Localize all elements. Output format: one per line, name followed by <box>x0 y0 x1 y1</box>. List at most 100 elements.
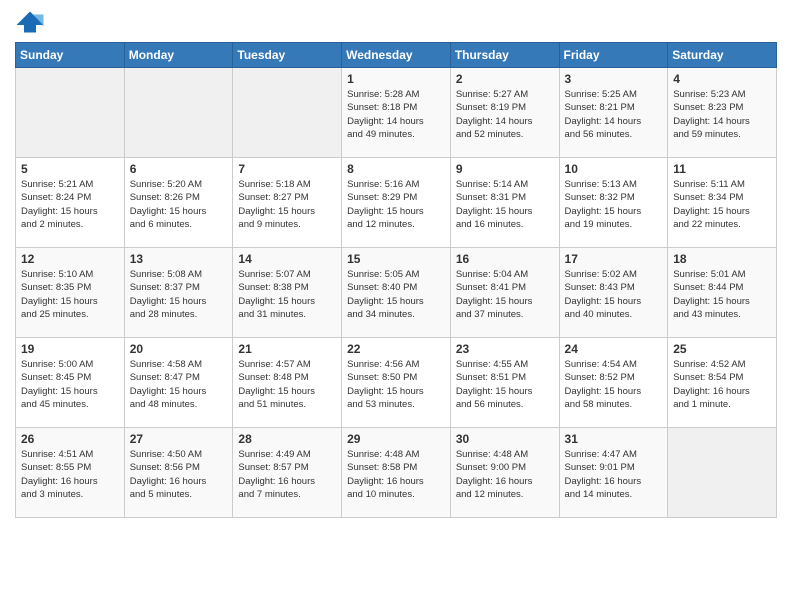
day-info: Sunrise: 4:57 AM Sunset: 8:48 PM Dayligh… <box>238 358 336 411</box>
day-info: Sunrise: 4:54 AM Sunset: 8:52 PM Dayligh… <box>565 358 663 411</box>
calendar-cell: 5 Sunrise: 5:21 AM Sunset: 8:24 PM Daylig… <box>16 158 125 248</box>
day-info: Sunrise: 5:05 AM Sunset: 8:40 PM Dayligh… <box>347 268 445 321</box>
calendar-week-2: 5 Sunrise: 5:21 AM Sunset: 8:24 PM Daylig… <box>16 158 777 248</box>
day-info: Sunrise: 5:02 AM Sunset: 8:43 PM Dayligh… <box>565 268 663 321</box>
day-info: Sunrise: 5:23 AM Sunset: 8:23 PM Dayligh… <box>673 88 771 141</box>
day-header-tuesday: Tuesday <box>233 43 342 68</box>
calendar-cell: 2 Sunrise: 5:27 AM Sunset: 8:19 PM Daylig… <box>450 68 559 158</box>
day-header-saturday: Saturday <box>668 43 777 68</box>
calendar-cell: 10Sunrise: 5:13 AM Sunset: 8:32 PM Dayli… <box>559 158 668 248</box>
day-info: Sunrise: 5:27 AM Sunset: 8:19 PM Dayligh… <box>456 88 554 141</box>
calendar-cell: 21 Sunrise: 4:57 AM Sunset: 8:48 PM Dayli… <box>233 338 342 428</box>
calendar-week-4: 19 Sunrise: 5:00 AM Sunset: 8:45 PM Dayli… <box>16 338 777 428</box>
day-number: 8 <box>347 162 445 176</box>
day-number: 19 <box>21 342 119 356</box>
day-number: 1 <box>347 72 445 86</box>
day-number: 12 <box>21 252 119 266</box>
day-header-monday: Monday <box>124 43 233 68</box>
calendar-cell: 1 Sunrise: 5:28 AM Sunset: 8:18 PM Daylig… <box>342 68 451 158</box>
day-number: 30 <box>456 432 554 446</box>
day-number: 15 <box>347 252 445 266</box>
calendar-cell: 22Sunrise: 4:56 AM Sunset: 8:50 PM Dayli… <box>342 338 451 428</box>
day-header-wednesday: Wednesday <box>342 43 451 68</box>
day-number: 6 <box>130 162 228 176</box>
calendar-cell: 27 Sunrise: 4:50 AM Sunset: 8:56 PM Dayli… <box>124 428 233 518</box>
calendar-cell: 4 Sunrise: 5:23 AM Sunset: 8:23 PM Daylig… <box>668 68 777 158</box>
calendar-week-1: 1 Sunrise: 5:28 AM Sunset: 8:18 PM Daylig… <box>16 68 777 158</box>
day-number: 2 <box>456 72 554 86</box>
calendar-cell <box>233 68 342 158</box>
calendar-cell: 3Sunrise: 5:25 AM Sunset: 8:21 PM Daylig… <box>559 68 668 158</box>
calendar-cell: 29Sunrise: 4:48 AM Sunset: 8:58 PM Dayli… <box>342 428 451 518</box>
day-number: 16 <box>456 252 554 266</box>
calendar-cell <box>16 68 125 158</box>
calendar-cell: 12 Sunrise: 5:10 AM Sunset: 8:35 PM Dayli… <box>16 248 125 338</box>
day-info: Sunrise: 4:49 AM Sunset: 8:57 PM Dayligh… <box>238 448 336 501</box>
day-number: 22 <box>347 342 445 356</box>
day-header-friday: Friday <box>559 43 668 68</box>
day-info: Sunrise: 5:18 AM Sunset: 8:27 PM Dayligh… <box>238 178 336 231</box>
day-header-thursday: Thursday <box>450 43 559 68</box>
day-info: Sunrise: 5:20 AM Sunset: 8:26 PM Dayligh… <box>130 178 228 231</box>
day-info: Sunrise: 4:47 AM Sunset: 9:01 PM Dayligh… <box>565 448 663 501</box>
calendar-cell: 30 Sunrise: 4:48 AM Sunset: 9:00 PM Dayli… <box>450 428 559 518</box>
calendar-cell: 18 Sunrise: 5:01 AM Sunset: 8:44 PM Dayli… <box>668 248 777 338</box>
day-number: 5 <box>21 162 119 176</box>
calendar-cell: 8 Sunrise: 5:16 AM Sunset: 8:29 PM Daylig… <box>342 158 451 248</box>
day-info: Sunrise: 5:01 AM Sunset: 8:44 PM Dayligh… <box>673 268 771 321</box>
day-info: Sunrise: 4:48 AM Sunset: 9:00 PM Dayligh… <box>456 448 554 501</box>
calendar-cell: 13 Sunrise: 5:08 AM Sunset: 8:37 PM Dayli… <box>124 248 233 338</box>
calendar-cell: 6 Sunrise: 5:20 AM Sunset: 8:26 PM Daylig… <box>124 158 233 248</box>
day-info: Sunrise: 5:00 AM Sunset: 8:45 PM Dayligh… <box>21 358 119 411</box>
day-number: 3 <box>565 72 663 86</box>
calendar-week-3: 12 Sunrise: 5:10 AM Sunset: 8:35 PM Dayli… <box>16 248 777 338</box>
calendar-cell: 9Sunrise: 5:14 AM Sunset: 8:31 PM Daylig… <box>450 158 559 248</box>
calendar-cell: 23 Sunrise: 4:55 AM Sunset: 8:51 PM Dayli… <box>450 338 559 428</box>
day-info: Sunrise: 4:52 AM Sunset: 8:54 PM Dayligh… <box>673 358 771 411</box>
calendar-cell: 25 Sunrise: 4:52 AM Sunset: 8:54 PM Dayli… <box>668 338 777 428</box>
calendar-cell: 31 Sunrise: 4:47 AM Sunset: 9:01 PM Dayli… <box>559 428 668 518</box>
day-number: 13 <box>130 252 228 266</box>
day-number: 27 <box>130 432 228 446</box>
day-info: Sunrise: 5:08 AM Sunset: 8:37 PM Dayligh… <box>130 268 228 321</box>
calendar-cell: 7Sunrise: 5:18 AM Sunset: 8:27 PM Daylig… <box>233 158 342 248</box>
header <box>15 10 777 34</box>
day-info: Sunrise: 5:21 AM Sunset: 8:24 PM Dayligh… <box>21 178 119 231</box>
day-info: Sunrise: 5:10 AM Sunset: 8:35 PM Dayligh… <box>21 268 119 321</box>
day-number: 21 <box>238 342 336 356</box>
day-number: 4 <box>673 72 771 86</box>
day-info: Sunrise: 5:13 AM Sunset: 8:32 PM Dayligh… <box>565 178 663 231</box>
day-number: 14 <box>238 252 336 266</box>
day-info: Sunrise: 5:16 AM Sunset: 8:29 PM Dayligh… <box>347 178 445 231</box>
calendar-cell: 17 Sunrise: 5:02 AM Sunset: 8:43 PM Dayli… <box>559 248 668 338</box>
logo <box>15 10 49 34</box>
calendar-cell <box>124 68 233 158</box>
day-number: 23 <box>456 342 554 356</box>
day-info: Sunrise: 5:11 AM Sunset: 8:34 PM Dayligh… <box>673 178 771 231</box>
day-number: 11 <box>673 162 771 176</box>
day-info: Sunrise: 5:28 AM Sunset: 8:18 PM Dayligh… <box>347 88 445 141</box>
day-info: Sunrise: 5:07 AM Sunset: 8:38 PM Dayligh… <box>238 268 336 321</box>
calendar-cell: 20Sunrise: 4:58 AM Sunset: 8:47 PM Dayli… <box>124 338 233 428</box>
day-number: 20 <box>130 342 228 356</box>
calendar-cell: 11 Sunrise: 5:11 AM Sunset: 8:34 PM Dayli… <box>668 158 777 248</box>
calendar-cell: 16Sunrise: 5:04 AM Sunset: 8:41 PM Dayli… <box>450 248 559 338</box>
day-info: Sunrise: 4:50 AM Sunset: 8:56 PM Dayligh… <box>130 448 228 501</box>
calendar-cell: 19 Sunrise: 5:00 AM Sunset: 8:45 PM Dayli… <box>16 338 125 428</box>
calendar-cell: 14 Sunrise: 5:07 AM Sunset: 8:38 PM Dayli… <box>233 248 342 338</box>
day-number: 17 <box>565 252 663 266</box>
day-number: 25 <box>673 342 771 356</box>
calendar-cell: 24Sunrise: 4:54 AM Sunset: 8:52 PM Dayli… <box>559 338 668 428</box>
day-number: 26 <box>21 432 119 446</box>
calendar-cell: 15 Sunrise: 5:05 AM Sunset: 8:40 PM Dayli… <box>342 248 451 338</box>
day-number: 18 <box>673 252 771 266</box>
logo-icon <box>15 10 45 34</box>
day-info: Sunrise: 5:14 AM Sunset: 8:31 PM Dayligh… <box>456 178 554 231</box>
day-number: 31 <box>565 432 663 446</box>
calendar-cell <box>668 428 777 518</box>
day-info: Sunrise: 4:55 AM Sunset: 8:51 PM Dayligh… <box>456 358 554 411</box>
day-info: Sunrise: 4:51 AM Sunset: 8:55 PM Dayligh… <box>21 448 119 501</box>
day-number: 29 <box>347 432 445 446</box>
calendar-cell: 26 Sunrise: 4:51 AM Sunset: 8:55 PM Dayli… <box>16 428 125 518</box>
day-header-sunday: Sunday <box>16 43 125 68</box>
